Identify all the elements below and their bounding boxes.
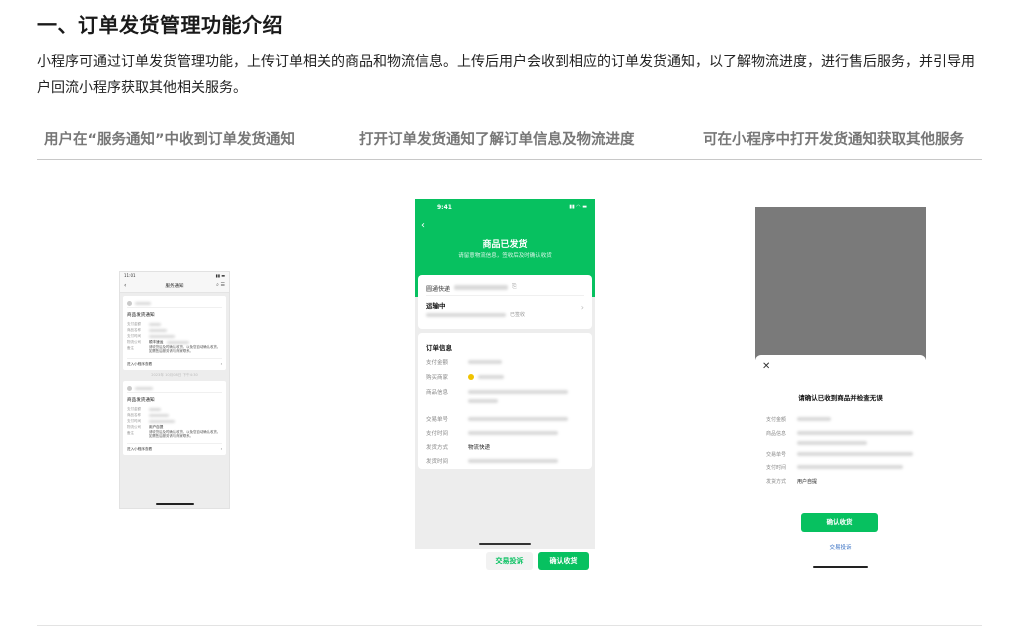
field-label: 备注 bbox=[127, 345, 134, 350]
status-bar: 11:01 ▮▮ ▬ bbox=[120, 272, 229, 280]
row-label: 支付金额 bbox=[766, 416, 787, 423]
chevron-right-icon: › bbox=[580, 303, 584, 312]
tracking-number bbox=[454, 285, 508, 290]
confirm-title: 请确认已收到商品并检查无误 bbox=[798, 394, 883, 402]
signed-label: 已签收 bbox=[510, 312, 526, 318]
intro-paragraph: 小程序可通过订单发货管理功能，上传订单相关的商品和物流信息。上传后用户会收到相应… bbox=[37, 54, 975, 96]
row-label: 支付金额 bbox=[426, 360, 449, 366]
close-icon[interactable]: ✕ bbox=[762, 361, 770, 372]
dimmed-overlay bbox=[755, 207, 926, 360]
logistics-value: 顺丰速运 bbox=[149, 339, 164, 344]
field-label: 商品名称 bbox=[127, 412, 141, 417]
row-label: 支付时间 bbox=[426, 431, 449, 437]
search-menu-icons[interactable]: ⌕ ☰ bbox=[216, 282, 225, 288]
shipped-subtitle: 请留意物流信息，签收后及时确认收货 bbox=[458, 253, 552, 259]
tab-get-other-services[interactable]: 可在小程序中打开发货通知获取其他服务 bbox=[703, 128, 964, 149]
field-label: 备注 bbox=[127, 430, 134, 435]
row-label: 交易单号 bbox=[766, 451, 787, 458]
row-label: 购买商家 bbox=[426, 375, 449, 381]
card-header bbox=[127, 299, 222, 308]
field-label: 支付金额 bbox=[127, 321, 141, 326]
status-time: 11:01 bbox=[124, 273, 136, 278]
nav-bar: ‹ 服务通知 ⌕ ☰ bbox=[120, 280, 229, 293]
logistics-card[interactable]: 圆通快递 ⎘ 运输中 已签收 › bbox=[418, 275, 592, 329]
chevron-right-icon: › bbox=[220, 447, 222, 451]
field-label: 商品名称 bbox=[127, 327, 141, 332]
copy-icon[interactable]: ⎘ bbox=[512, 283, 517, 291]
confirm-receipt-button[interactable]: 确认收货 bbox=[538, 552, 589, 570]
row-label: 交易单号 bbox=[426, 417, 449, 423]
chevron-right-icon: › bbox=[220, 362, 222, 366]
trade-complaint-link[interactable]: 交易投诉 bbox=[755, 543, 926, 551]
courier-name: 圆通快递 bbox=[426, 286, 451, 293]
signal-icon: ▮▮ ◠ ▬ bbox=[569, 204, 587, 210]
shipped-title: 商品已发货 bbox=[482, 240, 528, 250]
time-divider: 2023年 10月08日 下午4:30 bbox=[151, 373, 198, 377]
home-indicator bbox=[156, 503, 194, 505]
field-label: 支付金额 bbox=[127, 406, 141, 411]
status-time: 9:41 bbox=[437, 204, 452, 211]
confirm-receipt-button[interactable]: 确认收货 bbox=[801, 513, 878, 532]
enter-mini-program[interactable]: 进入小程序查看 › bbox=[127, 443, 222, 452]
note-text: 请收货后及时确认收货，以免您自动确认收货。如需售后服务请与商家联系。 bbox=[149, 430, 221, 438]
row-label: 发货方式 bbox=[426, 445, 449, 451]
home-indicator bbox=[479, 543, 531, 545]
field-label: 支付时间 bbox=[127, 418, 141, 423]
card-title: 商品发货通知 bbox=[127, 313, 155, 318]
notification-card[interactable]: 商品发货通知 支付金额 商品名称 支付时间 物流公司 顺丰速运 备注 请收货后及时… bbox=[123, 296, 226, 370]
confirm-receipt-sheet: ✕ 请确认已收到商品并检查无误 支付金额 商品信息 交易单号 支付时间 发货方式… bbox=[755, 355, 926, 575]
mini-program-avatar bbox=[127, 300, 132, 306]
logistics-value: 用户自提 bbox=[149, 424, 164, 429]
mini-program-avatar bbox=[127, 385, 132, 391]
order-info-header: 订单信息 bbox=[426, 344, 452, 352]
row-label: 支付时间 bbox=[766, 464, 787, 471]
field-label: 支付时间 bbox=[127, 333, 141, 338]
card-header bbox=[127, 384, 222, 393]
step-tabs: 用户在“服务通知”中收到订单发货通知 打开订单发货通知了解订单信息及物流进度 可… bbox=[37, 124, 982, 160]
enter-mini-program[interactable]: 进入小程序查看 › bbox=[127, 358, 222, 367]
home-indicator bbox=[813, 566, 868, 568]
phone-service-notification: 11:01 ▮▮ ▬ ‹ 服务通知 ⌕ ☰ 商品发货通知 支付金额 商品名称 支… bbox=[119, 271, 230, 509]
field-label: 物流公司 bbox=[127, 339, 141, 344]
row-label: 商品信息 bbox=[426, 390, 449, 396]
note-text: 请收货后及时确认收货，以免您自动确认收货。如需售后服务请与商家联系。 bbox=[149, 345, 221, 353]
trade-complaint-button[interactable]: 交易投诉 bbox=[486, 552, 533, 570]
transit-status: 运输中 bbox=[426, 302, 446, 310]
field-label: 物流公司 bbox=[127, 424, 141, 429]
signal-icon: ▮▮ ▬ bbox=[215, 273, 225, 278]
ship-method-value: 物流快递 bbox=[468, 445, 491, 451]
transit-detail bbox=[426, 313, 506, 317]
back-icon[interactable]: ‹ bbox=[421, 220, 425, 231]
row-label: 发货方式 bbox=[766, 478, 787, 485]
section-heading: 一、订单发货管理功能介绍 bbox=[37, 13, 283, 37]
ship-method-value: 用户自提 bbox=[797, 478, 818, 485]
tab-view-order-info[interactable]: 打开订单发货通知了解订单信息及物流进度 bbox=[359, 128, 635, 149]
card-title: 商品发货通知 bbox=[127, 398, 155, 403]
bottom-divider bbox=[37, 625, 982, 626]
row-label: 发货时间 bbox=[426, 459, 449, 465]
order-info-card: 订单信息 支付金额 购买商家 商品信息 交易单号 支付时间 发货方式 物流快递 发… bbox=[418, 333, 592, 469]
merchant-avatar bbox=[468, 374, 474, 380]
enter-label: 进入小程序查看 bbox=[127, 447, 153, 451]
nav-title: 服务通知 bbox=[165, 284, 184, 289]
notification-card[interactable]: 商品发货通知 支付金额 商品名称 支付时间 物流公司 用户自提 备注 请收货后及时… bbox=[123, 381, 226, 455]
tab-receive-notification[interactable]: 用户在“服务通知”中收到订单发货通知 bbox=[44, 128, 295, 149]
row-label: 商品信息 bbox=[766, 430, 787, 437]
phone-order-shipped: 9:41 ▮▮ ◠ ▬ ‹ 商品已发货 请留意物流信息，签收后及时确认收货 圆通… bbox=[415, 199, 595, 549]
enter-label: 进入小程序查看 bbox=[127, 362, 153, 366]
